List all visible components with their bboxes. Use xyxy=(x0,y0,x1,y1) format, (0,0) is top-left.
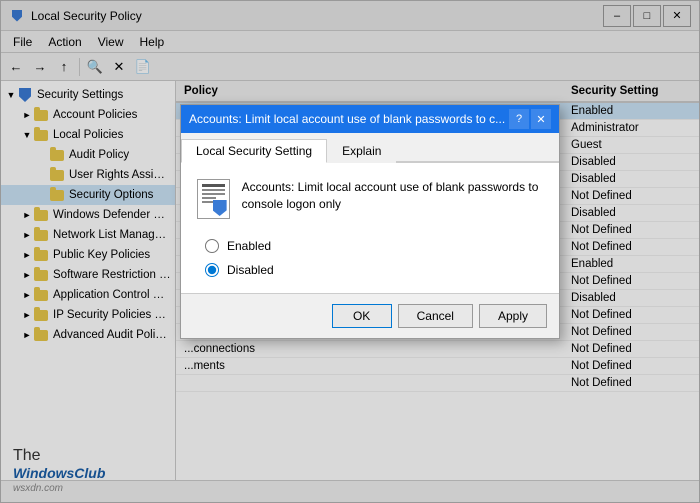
policy-document-icon xyxy=(197,179,230,219)
radio-disabled[interactable] xyxy=(205,263,219,277)
radio-enabled-label: Enabled xyxy=(227,239,271,253)
icon-line-short xyxy=(202,197,216,199)
dialog-options: Enabled Disabled xyxy=(205,239,543,277)
dialog-tabs: Local Security Setting Explain xyxy=(181,133,559,163)
dialog-policy-description: Accounts: Limit local account use of bla… xyxy=(242,179,543,213)
ok-button[interactable]: OK xyxy=(332,304,392,328)
radio-enabled-option[interactable]: Enabled xyxy=(205,239,543,253)
dialog: Accounts: Limit local account use of bla… xyxy=(180,104,560,339)
radio-disabled-option[interactable]: Disabled xyxy=(205,263,543,277)
dialog-title-bar: Accounts: Limit local account use of bla… xyxy=(181,105,559,133)
dialog-close-button[interactable]: ✕ xyxy=(531,109,551,129)
icon-line xyxy=(202,193,225,195)
icon-line xyxy=(202,189,225,191)
dialog-title-buttons: ? ✕ xyxy=(509,109,551,129)
dialog-overlay: Accounts: Limit local account use of bla… xyxy=(1,1,699,502)
icon-shield-overlay xyxy=(213,200,227,216)
main-window: Local Security Policy – □ ✕ File Action … xyxy=(0,0,700,503)
cancel-button[interactable]: Cancel xyxy=(398,304,473,328)
tab-local-security-setting[interactable]: Local Security Setting xyxy=(181,139,327,163)
dialog-title-text: Accounts: Limit local account use of bla… xyxy=(189,112,509,126)
dialog-footer: OK Cancel Apply xyxy=(181,293,559,338)
radio-enabled[interactable] xyxy=(205,239,219,253)
radio-disabled-label: Disabled xyxy=(227,263,274,277)
dialog-help-button[interactable]: ? xyxy=(509,109,529,129)
tab-explain[interactable]: Explain xyxy=(327,139,396,163)
apply-button[interactable]: Apply xyxy=(479,304,547,328)
dialog-content: Accounts: Limit local account use of bla… xyxy=(181,163,559,293)
dialog-policy-header: Accounts: Limit local account use of bla… xyxy=(197,179,543,219)
